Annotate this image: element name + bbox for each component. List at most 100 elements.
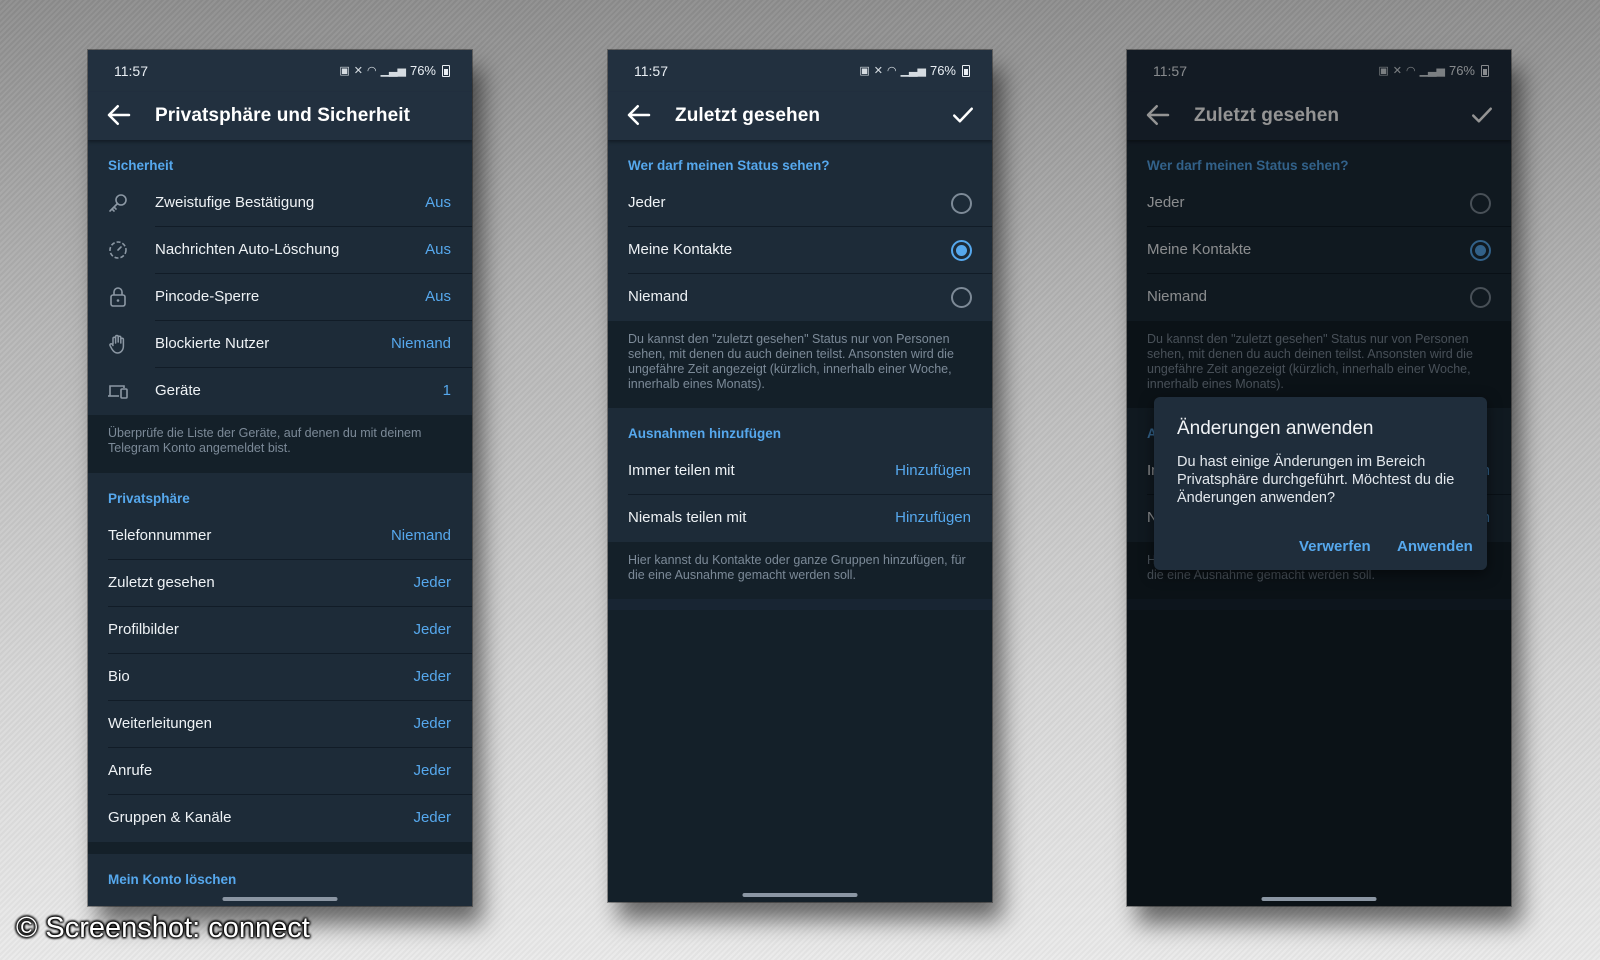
exceptions-section: Ausnahmen hinzufügen Immer teilen mit Hi… bbox=[608, 408, 992, 542]
radio-button[interactable] bbox=[951, 287, 972, 308]
hand-icon bbox=[109, 334, 125, 354]
row-never-share[interactable]: Niemals teilen mit Hinzufügen bbox=[608, 495, 992, 542]
battery-icon bbox=[442, 64, 450, 77]
lock-icon bbox=[110, 287, 126, 307]
back-arrow-icon[interactable] bbox=[624, 100, 654, 130]
home-indicator[interactable] bbox=[222, 897, 338, 901]
status-time: 11:57 bbox=[114, 63, 148, 79]
row-label: Geräte bbox=[155, 382, 201, 399]
wifi-icon: ◠ bbox=[886, 65, 897, 77]
empty-area bbox=[608, 610, 992, 902]
page-title: Privatsphäre und Sicherheit bbox=[155, 105, 411, 126]
row-profile-photos[interactable]: Profilbilder Jeder bbox=[88, 607, 472, 654]
radio-button-selected[interactable] bbox=[951, 240, 972, 261]
signal-icon: ▁▃▅ bbox=[380, 65, 406, 77]
status-icons: ▣ ✕ ◠ ▁▃▅ 76% bbox=[339, 63, 450, 78]
exceptions-info-text: Hier kannst du Kontakte oder ganze Grupp… bbox=[608, 542, 992, 599]
notification-icon: ▣ bbox=[339, 65, 350, 77]
signal-icon: ▁▃▅ bbox=[900, 65, 926, 77]
privacy-section: Privatsphäre Telefonnummer Niemand Zulet… bbox=[88, 473, 472, 842]
row-groups-channels[interactable]: Gruppen & Kanäle Jeder bbox=[88, 795, 472, 842]
devices-icon bbox=[108, 385, 128, 399]
row-label: Pincode-Sperre bbox=[155, 288, 260, 305]
row-auto-delete[interactable]: Nachrichten Auto-Löschung Aus bbox=[88, 227, 472, 274]
option-my-contacts[interactable]: Meine Kontakte bbox=[608, 227, 992, 274]
apply-changes-dialog: Änderungen anwenden Du hast einige Änder… bbox=[1154, 397, 1487, 570]
wifi-icon: ◠ bbox=[366, 65, 377, 77]
visibility-section: Wer darf meinen Status sehen? Jeder Mein… bbox=[608, 140, 992, 321]
status-bar: 11:57 ▣ ✕ ◠ ▁▃▅ 76% bbox=[608, 50, 992, 92]
app-bar: Privatsphäre und Sicherheit bbox=[88, 92, 472, 140]
section-header-privacy: Privatsphäre bbox=[108, 491, 190, 506]
row-value: Jeder bbox=[413, 762, 451, 779]
status-icons: ▣ ✕ ◠ ▁▃▅ 76% bbox=[859, 63, 970, 78]
option-nobody[interactable]: Niemand bbox=[608, 274, 992, 321]
row-value: Jeder bbox=[413, 668, 451, 685]
row-value: Niemand bbox=[390, 527, 451, 544]
row-value: Jeder bbox=[413, 621, 451, 638]
phone-last-seen-dialog: 11:57 ▣ ✕ ◠ ▁▃▅ 76% Zuletzt gesehen Wer … bbox=[1127, 50, 1511, 906]
row-phone-number[interactable]: Telefonnummer Niemand bbox=[88, 513, 472, 560]
radio-button[interactable] bbox=[951, 193, 972, 214]
row-always-share[interactable]: Immer teilen mit Hinzufügen bbox=[608, 448, 992, 495]
discard-button[interactable]: Verwerfen bbox=[1299, 538, 1371, 555]
row-value: Jeder bbox=[413, 715, 451, 732]
key-icon bbox=[109, 194, 127, 212]
back-arrow-icon[interactable] bbox=[104, 100, 134, 130]
page-title: Zuletzt gesehen bbox=[675, 105, 821, 126]
notification-icon: ▣ bbox=[859, 65, 870, 77]
row-label: Profilbilder bbox=[108, 621, 179, 638]
battery-icon bbox=[962, 64, 970, 77]
devices-info-text: Überprüfe die Liste der Geräte, auf dene… bbox=[88, 415, 472, 473]
option-label: Meine Kontakte bbox=[628, 241, 733, 258]
section-divider bbox=[88, 842, 472, 854]
row-value: Jeder bbox=[413, 574, 451, 591]
option-label: Niemand bbox=[628, 288, 689, 305]
row-label: Weiterleitungen bbox=[108, 715, 212, 732]
row-passcode-lock[interactable]: Pincode-Sperre Aus bbox=[88, 274, 472, 321]
battery-percent: 76% bbox=[409, 63, 436, 78]
check-icon[interactable] bbox=[948, 100, 978, 130]
section-header-security: Sicherheit bbox=[108, 158, 174, 173]
row-bio[interactable]: Bio Jeder bbox=[88, 654, 472, 701]
row-label: Zuletzt gesehen bbox=[108, 574, 215, 591]
row-devices[interactable]: Geräte 1 bbox=[88, 368, 472, 415]
status-time: 11:57 bbox=[634, 63, 668, 79]
row-label: Bio bbox=[108, 668, 130, 685]
row-value: Jeder bbox=[413, 809, 451, 826]
mute-icon: ✕ bbox=[353, 65, 363, 77]
row-label: Anrufe bbox=[108, 762, 153, 779]
row-blocked-users[interactable]: Blockierte Nutzer Niemand bbox=[88, 321, 472, 368]
copyright-watermark: © Screenshot: connect bbox=[16, 912, 310, 944]
row-label: Blockierte Nutzer bbox=[155, 335, 270, 352]
status-bar: 11:57 ▣ ✕ ◠ ▁▃▅ 76% bbox=[88, 50, 472, 92]
row-calls[interactable]: Anrufe Jeder bbox=[88, 748, 472, 795]
row-value: Aus bbox=[425, 288, 451, 305]
row-label: Zweistufige Bestätigung bbox=[155, 194, 315, 211]
option-everyone[interactable]: Jeder bbox=[608, 180, 992, 227]
home-indicator[interactable] bbox=[742, 893, 858, 897]
section-header-delete-account[interactable]: Mein Konto löschen bbox=[88, 854, 472, 894]
last-seen-info-text: Du kannst den "zuletzt gesehen" Status n… bbox=[608, 321, 992, 408]
add-button[interactable]: Hinzufügen bbox=[895, 509, 971, 526]
section-header-exceptions: Ausnahmen hinzufügen bbox=[628, 426, 781, 441]
row-value: Aus bbox=[425, 241, 451, 258]
mute-icon: ✕ bbox=[873, 65, 883, 77]
add-button[interactable]: Hinzufügen bbox=[895, 462, 971, 479]
row-last-seen[interactable]: Zuletzt gesehen Jeder bbox=[88, 560, 472, 607]
phone-last-seen: 11:57 ▣ ✕ ◠ ▁▃▅ 76% Zuletzt gesehen Wer … bbox=[608, 50, 992, 902]
section-header-question: Wer darf meinen Status sehen? bbox=[628, 158, 830, 173]
apply-button[interactable]: Anwenden bbox=[1397, 538, 1473, 555]
app-bar: Zuletzt gesehen bbox=[608, 92, 992, 140]
home-indicator[interactable] bbox=[1261, 897, 1377, 901]
row-value: 1 bbox=[442, 382, 451, 399]
row-label: Nachrichten Auto-Löschung bbox=[155, 241, 340, 258]
row-label: Niemals teilen mit bbox=[628, 509, 747, 526]
row-label: Gruppen & Kanäle bbox=[108, 809, 232, 826]
row-value: Aus bbox=[425, 194, 451, 211]
row-forwards[interactable]: Weiterleitungen Jeder bbox=[88, 701, 472, 748]
phone-privacy-settings: 11:57 ▣ ✕ ◠ ▁▃▅ 76% Privatsphäre und Sic… bbox=[88, 50, 472, 906]
timer-icon bbox=[109, 241, 127, 259]
dialog-title: Änderungen anwenden bbox=[1177, 418, 1374, 439]
row-two-step-verification[interactable]: Zweistufige Bestätigung Aus bbox=[88, 180, 472, 227]
